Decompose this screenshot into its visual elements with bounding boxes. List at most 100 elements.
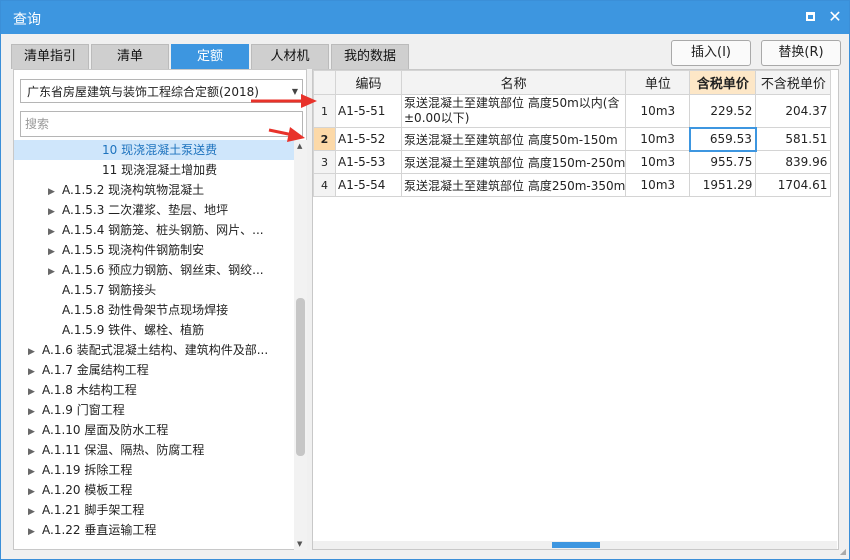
tree-item-label: A.1.20 模板工程	[42, 483, 133, 497]
expand-arrow-icon[interactable]: ▶	[28, 362, 42, 382]
tab-my-data[interactable]: 我的数据	[331, 44, 409, 69]
tree-item[interactable]: 10 现浇混凝土泵送费	[14, 140, 294, 160]
tree-item[interactable]: ▶ A.1.5.5 现浇构件钢筋制安	[14, 240, 294, 260]
expand-arrow-icon[interactable]: ▶	[28, 382, 42, 402]
expand-arrow-icon[interactable]: ▶	[28, 522, 42, 542]
expand-arrow-icon[interactable]: ▶	[28, 482, 42, 502]
table-row[interactable]: 1 A1-5-51 泵送混凝土至建筑部位 高度50m以内(含±0.00以下) 1…	[313, 94, 832, 128]
cell-unit[interactable]: 10m3	[625, 94, 691, 128]
row-number-header	[313, 70, 336, 95]
cell-code[interactable]: A1-5-52	[335, 127, 402, 151]
row-number[interactable]: 3	[313, 150, 336, 174]
tree-item[interactable]: ▶ A.1.21 脚手架工程	[14, 500, 294, 520]
cell-price-without-tax[interactable]: 1704.61	[755, 173, 832, 197]
splitter-handle[interactable]	[552, 542, 600, 548]
table-row[interactable]: 3 A1-5-53 泵送混凝土至建筑部位 高度150m-250m 10m3 95…	[313, 150, 832, 174]
row-number[interactable]: 2	[313, 127, 336, 151]
tree-item[interactable]: 11 现浇混凝土增加费	[14, 160, 294, 180]
tree-item[interactable]: ▶ A.1.5.2 现浇构筑物混凝土	[14, 180, 294, 200]
cell-price-with-tax[interactable]: 229.52	[689, 94, 757, 128]
grid-splitter[interactable]	[313, 541, 837, 549]
expand-arrow-icon[interactable]: ▶	[48, 222, 62, 242]
tree-item-label: A.1.5.4 钢筋笼、桩头钢筋、网片、...	[62, 223, 264, 237]
tree-item-label: A.1.5.3 二次灌浆、垫层、地坪	[62, 203, 229, 217]
expand-arrow-icon[interactable]: ▶	[28, 422, 42, 442]
quota-table: 编码 名称 单位 含税单价 不含税单价 1 A1-5-51 泵送混凝土至建筑部位…	[313, 70, 832, 197]
tree-item-label: A.1.10 屋面及防水工程	[42, 423, 169, 437]
replace-button[interactable]: 替换(R)	[761, 40, 841, 66]
tree-item[interactable]: ▶ A.1.8 木结构工程	[14, 380, 294, 400]
expand-arrow-icon[interactable]: ▶	[28, 462, 42, 482]
tree-item-label: A.1.19 拆除工程	[42, 463, 133, 477]
expand-arrow-icon[interactable]: ▶	[48, 242, 62, 262]
scroll-down-icon[interactable]: ▼	[297, 540, 302, 548]
tree-item[interactable]: A.1.5.9 铁件、螺栓、植筋	[14, 320, 294, 340]
header-price-without-tax[interactable]: 不含税单价	[755, 70, 832, 95]
library-select-value: 广东省房屋建筑与装饰工程综合定额(2018)	[27, 85, 259, 99]
insert-button[interactable]: 插入(I)	[671, 40, 751, 66]
table-row[interactable]: 2 A1-5-52 泵送混凝土至建筑部位 高度50m-150m 10m3 659…	[313, 126, 832, 152]
cell-unit[interactable]: 10m3	[625, 173, 691, 197]
tree-item[interactable]: ▶ A.1.9 门窗工程	[14, 400, 294, 420]
quota-tree: 10 现浇混凝土泵送费 11 现浇混凝土增加费 ▶ A.1.5.2 现浇构筑物混凝土 ▶…	[14, 140, 294, 550]
tree-item[interactable]: ▶ A.1.10 屋面及防水工程	[14, 420, 294, 440]
cell-price-with-tax[interactable]: 1951.29	[689, 173, 757, 197]
tree-item[interactable]: ▶ A.1.22 垂直运输工程	[14, 520, 294, 540]
expand-arrow-icon[interactable]: ▶	[48, 262, 62, 282]
expand-arrow-icon[interactable]: ▶	[48, 182, 62, 202]
cell-code[interactable]: A1-5-54	[335, 173, 402, 197]
tree-item[interactable]: A.1.5.7 钢筋接头	[14, 280, 294, 300]
cell-code[interactable]: A1-5-53	[335, 150, 402, 174]
tree-item-label: A.1.8 木结构工程	[42, 383, 137, 397]
cell-name[interactable]: 泵送混凝土至建筑部位 高度50m以内(含±0.00以下)	[400, 94, 627, 128]
cell-name[interactable]: 泵送混凝土至建筑部位 高度150m-250m	[400, 150, 627, 174]
tree-item[interactable]: ▶ A.1.20 模板工程	[14, 480, 294, 500]
table-row[interactable]: 4 A1-5-54 泵送混凝土至建筑部位 高度250m-350m 10m3 19…	[313, 173, 832, 197]
scrollbar-thumb[interactable]	[296, 298, 305, 456]
tree-scrollbar[interactable]: ▲ ▼	[294, 140, 307, 550]
tab-bill[interactable]: 清单	[91, 44, 169, 69]
search-input[interactable]: 搜索	[20, 111, 303, 137]
tree-item-label: A.1.5.9 铁件、螺栓、植筋	[62, 323, 205, 337]
tree-item[interactable]: ▶ A.1.5.6 预应力钢筋、钢丝束、钢绞...	[14, 260, 294, 280]
expand-arrow-icon[interactable]: ▶	[28, 342, 42, 362]
tree-item[interactable]: ▶ A.1.7 金属结构工程	[14, 360, 294, 380]
close-icon[interactable]: ✕	[827, 9, 843, 25]
cell-price-without-tax[interactable]: 581.51	[755, 127, 832, 151]
header-unit[interactable]: 单位	[625, 70, 691, 95]
row-number[interactable]: 4	[313, 173, 336, 197]
cell-price-with-tax[interactable]: 659.53	[688, 126, 757, 152]
expand-arrow-icon[interactable]: ▶	[28, 442, 42, 462]
cell-unit[interactable]: 10m3	[625, 127, 691, 151]
header-price-with-tax[interactable]: 含税单价	[689, 70, 757, 95]
tab-bill-guide[interactable]: 清单指引	[11, 44, 89, 69]
quota-grid: 编码 名称 单位 含税单价 不含税单价 1 A1-5-51 泵送混凝土至建筑部位…	[312, 69, 839, 550]
tree-item-label: A.1.5.6 预应力钢筋、钢丝束、钢绞...	[62, 263, 264, 277]
expand-arrow-icon[interactable]: ▶	[28, 402, 42, 422]
header-name[interactable]: 名称	[400, 70, 627, 95]
annotation-arrow-icon	[268, 127, 305, 142]
cell-price-without-tax[interactable]: 839.96	[755, 150, 832, 174]
title-bar[interactable]: 查询 ✕	[1, 1, 849, 34]
resize-grip-icon[interactable]: ◢	[840, 547, 846, 556]
tree-item-label: A.1.6 装配式混凝土结构、建筑构件及部...	[42, 343, 269, 357]
cell-unit[interactable]: 10m3	[625, 150, 691, 174]
restore-icon[interactable]	[803, 9, 819, 25]
cell-price-without-tax[interactable]: 204.37	[755, 94, 832, 128]
tab-labor-material[interactable]: 人材机	[251, 44, 329, 69]
expand-arrow-icon[interactable]: ▶	[28, 502, 42, 522]
tree-item[interactable]: ▶ A.1.19 拆除工程	[14, 460, 294, 480]
cell-name[interactable]: 泵送混凝土至建筑部位 高度250m-350m	[400, 173, 627, 197]
tree-item[interactable]: ▶ A.1.11 保温、隔热、防腐工程	[14, 440, 294, 460]
cell-price-with-tax[interactable]: 955.75	[689, 150, 757, 174]
tab-quota[interactable]: 定额	[171, 44, 249, 69]
header-code[interactable]: 编码	[335, 70, 402, 95]
tree-item[interactable]: ▶ A.1.5.4 钢筋笼、桩头钢筋、网片、...	[14, 220, 294, 240]
table-header: 编码 名称 单位 含税单价 不含税单价	[313, 70, 832, 95]
tree-item[interactable]: ▶ A.1.5.3 二次灌浆、垫层、地坪	[14, 200, 294, 220]
tree-item[interactable]: ▶ A.1.6 装配式混凝土结构、建筑构件及部...	[14, 340, 294, 360]
cell-code[interactable]: A1-5-51	[335, 94, 402, 128]
tree-item[interactable]: A.1.5.8 劲性骨架节点现场焊接	[14, 300, 294, 320]
cell-name[interactable]: 泵送混凝土至建筑部位 高度50m-150m	[400, 127, 627, 151]
expand-arrow-icon[interactable]: ▶	[48, 202, 62, 222]
